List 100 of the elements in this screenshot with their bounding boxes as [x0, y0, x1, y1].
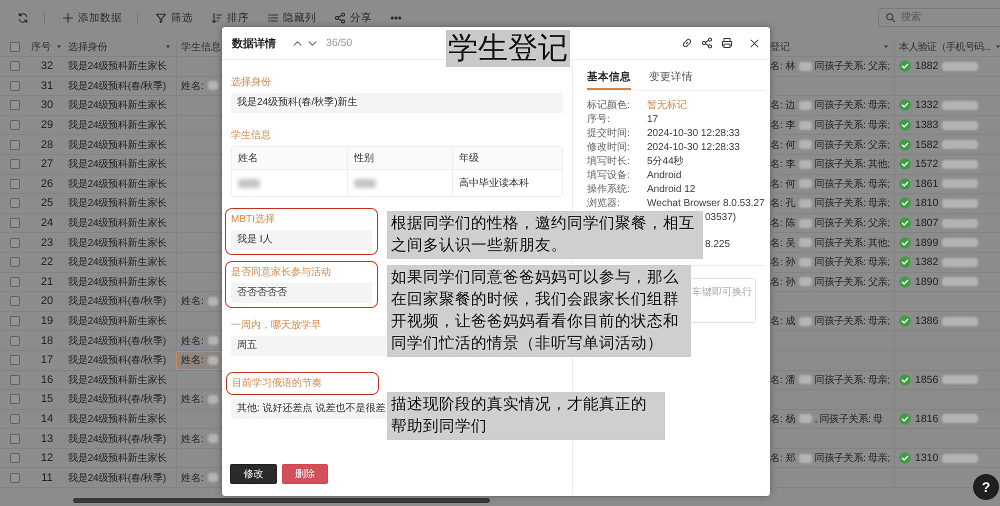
- redacted-text: [798, 62, 812, 71]
- table-cell: 18: [40, 334, 54, 347]
- checkbox[interactable]: [10, 140, 20, 150]
- delete-button[interactable]: 删除: [282, 464, 328, 484]
- checkbox[interactable]: [10, 355, 20, 366]
- caret-icon[interactable]: [164, 42, 172, 50]
- hide-columns-button[interactable]: 隐藏列: [264, 9, 319, 27]
- checkbox[interactable]: [10, 159, 20, 170]
- checkbox[interactable]: [10, 472, 20, 483]
- caret-icon[interactable]: [55, 42, 63, 50]
- close-button[interactable]: [749, 38, 760, 48]
- share-button[interactable]: [701, 37, 713, 49]
- close-icon: [749, 38, 760, 48]
- info-label: 填写设备:: [587, 169, 631, 183]
- table-cell-text: 同孩子关系: 母亲;: [814, 178, 890, 191]
- annotation-note: 如果同学们同意爸爸妈妈可以参与，那么在回家聚餐的时候，我们会跟家长们组群开视频，让爸爸妈妈看看你目前的状态和同学们忙活的情景（非听写单词活动）: [387, 265, 691, 357]
- column-header[interactable]: 序号: [31, 40, 51, 54]
- share-icon: [334, 12, 346, 24]
- print-button[interactable]: [721, 37, 733, 49]
- table-cell-text: 姓名:: [181, 472, 204, 485]
- checkbox[interactable]: [10, 336, 20, 346]
- checkbox[interactable]: [10, 238, 20, 248]
- info-label: 修改时间:: [587, 141, 631, 155]
- redacted-text: [798, 277, 812, 286]
- redacted-text: [942, 375, 978, 384]
- checkbox[interactable]: [10, 257, 20, 268]
- checkbox[interactable]: [10, 218, 20, 228]
- table-cell-text: 名: 林: [770, 60, 796, 74]
- redacted-text: [798, 100, 812, 110]
- tab[interactable]: 基本信息: [587, 70, 631, 90]
- redacted-text: [942, 140, 978, 150]
- caret-icon[interactable]: [994, 42, 1000, 50]
- table-cell-text: 同孩子关系: 母亲;: [814, 256, 890, 270]
- info-value: 5分44秒: [647, 155, 684, 169]
- caret-icon[interactable]: [882, 42, 890, 50]
- comment-field[interactable]: 车键即可换行: [690, 278, 756, 323]
- checkbox[interactable]: [10, 120, 20, 130]
- share-icon: [701, 37, 713, 49]
- table-cell-text: 名: 边: [770, 98, 796, 112]
- help-button[interactable]: ?: [973, 474, 999, 500]
- column-header[interactable]: 学生信息: [181, 40, 221, 54]
- table-cell-text: 我是24级预科(春/秋季): [68, 80, 166, 93]
- checkbox[interactable]: [10, 374, 20, 385]
- info-value: Android: [647, 169, 682, 183]
- share-button[interactable]: 分享: [331, 9, 375, 27]
- table-cell: 1890: [915, 276, 938, 288]
- checkbox[interactable]: [10, 42, 20, 52]
- redacted-text: [798, 375, 812, 384]
- checkbox[interactable]: [10, 198, 20, 208]
- table-cell-text: 同孩子关系: 父亲;: [814, 216, 890, 230]
- table-header-cell-text: 姓名: [237, 152, 259, 166]
- table-cell-text: 我是24级预科新生家长: [68, 412, 167, 426]
- checkbox[interactable]: [10, 414, 20, 424]
- link-button[interactable]: [681, 37, 693, 49]
- sort-button[interactable]: 排序: [208, 9, 252, 27]
- table-cell: 20: [40, 295, 54, 308]
- field-label: 选择身份: [231, 76, 271, 89]
- table-cell-text: 我是24级预科新生家长: [68, 158, 167, 172]
- table-cell: 31: [40, 80, 54, 92]
- refresh-icon: [17, 12, 29, 24]
- checkbox[interactable]: [10, 394, 20, 404]
- checkbox[interactable]: [10, 178, 20, 189]
- table-cell: 26: [40, 178, 54, 190]
- table-cell-text: 名: 李: [770, 118, 796, 132]
- checkbox[interactable]: [10, 316, 20, 326]
- redacted-text: [942, 238, 978, 248]
- filter-button[interactable]: 筛选: [152, 9, 196, 27]
- table-cell-text: 我是24级预科(春/秋季): [68, 354, 166, 368]
- table-cell-text: 我是24级预科新生家长: [68, 178, 167, 191]
- checkbox[interactable]: [10, 61, 20, 72]
- redacted-text: [798, 454, 812, 463]
- checkbox[interactable]: [10, 296, 20, 306]
- checkbox[interactable]: [10, 100, 20, 110]
- table-cell-text: 姓名:: [181, 295, 204, 308]
- info-value: Wechat Browser 8.0.53.27: [647, 197, 765, 211]
- redacted-text: [942, 120, 978, 130]
- add-button[interactable]: 添加数据: [59, 9, 125, 27]
- info-value: 03537): [705, 211, 736, 225]
- table-header-cell: 性别: [347, 147, 452, 169]
- table-cell: 14: [40, 412, 54, 425]
- column-header[interactable]: 本人验证（手机号码...: [899, 40, 990, 54]
- table-cell-text: 我是24级预科(春/秋季): [68, 334, 166, 348]
- checkbox[interactable]: [10, 434, 20, 444]
- edit-button[interactable]: 修改: [230, 464, 277, 484]
- checkbox[interactable]: [10, 276, 20, 287]
- selected-cell[interactable]: 姓名:: [176, 350, 222, 370]
- checkbox[interactable]: [10, 80, 20, 91]
- redacted-text: [942, 316, 978, 326]
- checkbox[interactable]: [10, 453, 20, 464]
- table-cell: 1386: [915, 315, 938, 328]
- redacted-text: [208, 296, 218, 306]
- table-cell-text: 名: 成: [770, 314, 796, 328]
- table-cell-text: 我是24级预科新生家长: [68, 118, 167, 132]
- table-cell-text: 同孩子关系: 母亲;: [814, 196, 890, 210]
- column-header[interactable]: 登记: [770, 40, 790, 54]
- table-cell-text: 同孩子关系: 母亲;: [814, 452, 890, 466]
- scrollbar-thumb[interactable]: [73, 498, 490, 503]
- info-label: 标记颜色:: [587, 99, 631, 113]
- tab[interactable]: 变更详情: [649, 70, 693, 90]
- column-header[interactable]: 选择身份: [68, 40, 108, 54]
